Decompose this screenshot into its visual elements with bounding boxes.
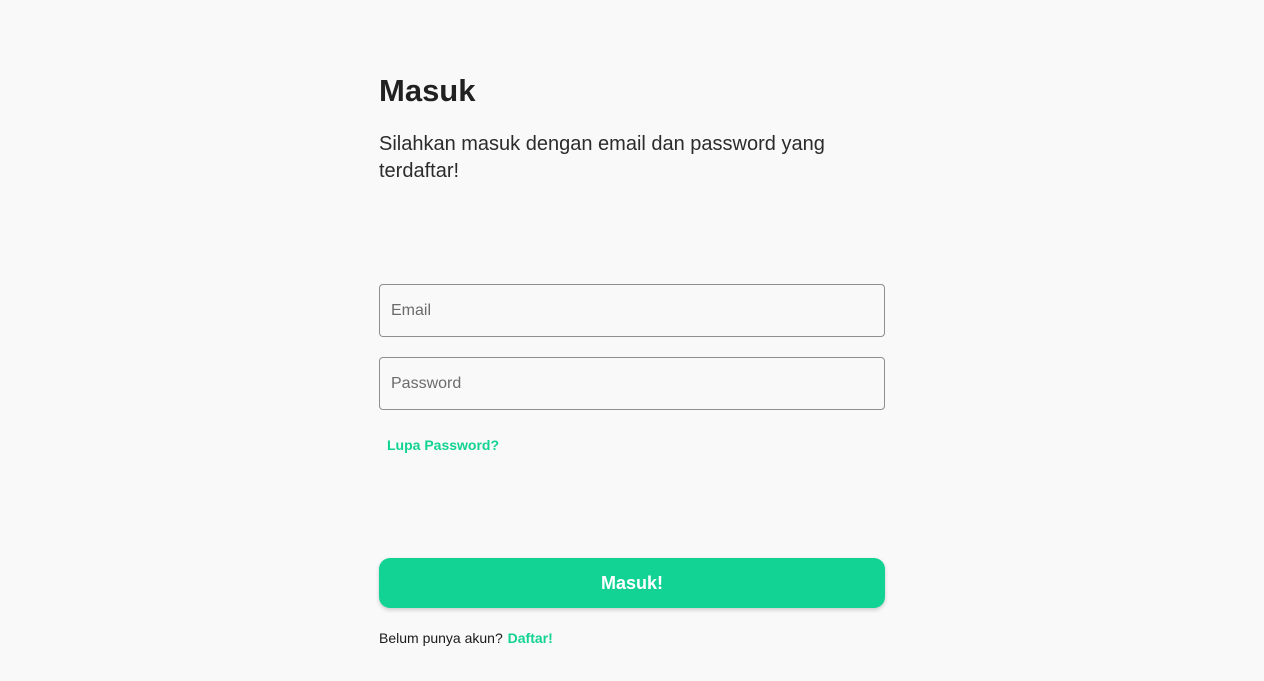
email-input[interactable] [379, 284, 885, 337]
forgot-password-link[interactable]: Lupa Password? [387, 436, 499, 454]
login-submit-button[interactable]: Masuk! [379, 558, 885, 608]
register-link[interactable]: Daftar! [508, 630, 553, 646]
page-subtitle: Silahkan masuk dengan email dan password… [379, 133, 825, 182]
page-title: Masuk [379, 73, 476, 108]
password-input[interactable] [379, 357, 885, 410]
register-prompt-text: Belum punya akun? [379, 630, 503, 646]
register-prompt-row: Belum punya akun? Daftar! [379, 629, 553, 647]
